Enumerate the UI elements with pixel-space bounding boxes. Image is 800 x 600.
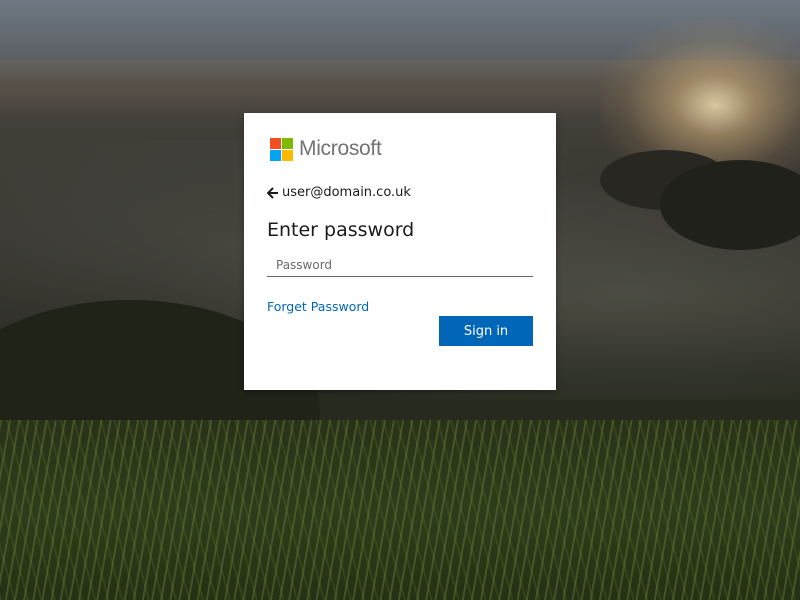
logo-square-green: [282, 137, 293, 149]
identity-email: user@domain.co.uk: [282, 185, 411, 200]
identity-banner[interactable]: user@domain.co.uk: [267, 185, 411, 200]
arrow-left-icon[interactable]: [267, 186, 279, 199]
logo-square-yellow: [282, 149, 293, 161]
logo-text: Microsoft: [299, 137, 382, 160]
password-input[interactable]: [267, 253, 533, 277]
microsoft-logo: Microsoft: [270, 137, 382, 161]
logo-square-blue: [270, 149, 281, 161]
sign-in-button[interactable]: Sign in: [439, 316, 533, 346]
logo-square-red: [270, 137, 281, 149]
forgot-password-link[interactable]: Forget Password: [267, 299, 369, 314]
microsoft-logo-icon: [270, 137, 293, 161]
login-card: Microsoft user@domain.co.uk Enter passwo…: [244, 113, 556, 390]
page-title: Enter password: [267, 219, 415, 241]
